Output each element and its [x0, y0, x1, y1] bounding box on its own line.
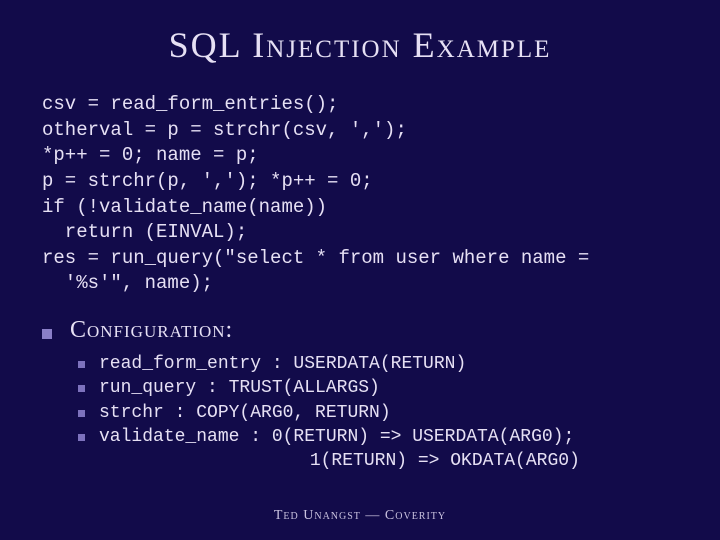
slide: SQL Injection Example csv = read_form_en… — [0, 0, 720, 540]
config-item-text: run_query : TRUST(ALLARGS) — [99, 376, 380, 400]
code-block: csv = read_form_entries(); otherval = p … — [42, 92, 680, 297]
slide-footer: Ted Unangst — Coverity — [0, 508, 720, 524]
config-item-text: strchr : COPY(ARG0, RETURN) — [99, 401, 391, 425]
slide-title: SQL Injection Example — [40, 24, 680, 66]
config-item-text: read_form_entry : USERDATA(RETURN) — [99, 352, 466, 376]
square-bullet-icon — [78, 410, 85, 417]
square-bullet-icon — [78, 434, 85, 441]
list-item: read_form_entry : USERDATA(RETURN) — [78, 352, 680, 376]
config-sublist: read_form_entry : USERDATA(RETURN) run_q… — [78, 352, 680, 473]
config-heading: Configuration: — [70, 317, 233, 344]
square-bullet-icon — [42, 329, 52, 339]
config-item-text: validate_name : 0(RETURN) => USERDATA(AR… — [99, 425, 574, 449]
config-item-continuation: 1(RETURN) => OKDATA(ARG0) — [137, 449, 680, 473]
list-item: run_query : TRUST(ALLARGS) — [78, 376, 680, 400]
list-item: strchr : COPY(ARG0, RETURN) — [78, 401, 680, 425]
square-bullet-icon — [78, 361, 85, 368]
square-bullet-icon — [78, 385, 85, 392]
config-heading-row: Configuration: — [42, 317, 680, 344]
list-item: validate_name : 0(RETURN) => USERDATA(AR… — [78, 425, 680, 449]
